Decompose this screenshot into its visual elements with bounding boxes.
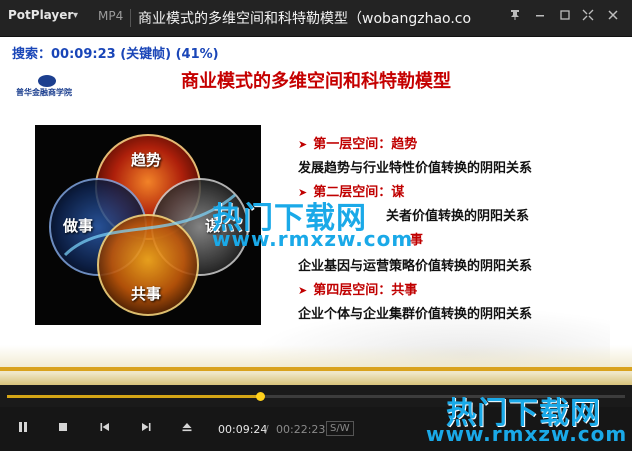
time-separator: / [265,423,269,436]
app-menu-button[interactable]: PotPlayer [8,8,73,22]
fullscreen-icon[interactable] [578,8,598,28]
bullet-head-4: ➤ 第四层空间：共事 [298,279,417,298]
arrow-bullet-icon: ➤ [298,138,308,151]
seek-progress [7,395,261,398]
next-icon[interactable] [135,418,157,440]
pause-icon[interactable] [12,418,34,440]
slide-bottom-band [0,345,632,385]
venn-label-top: 趋势 [131,151,162,169]
watermark-url: www.rmxzw.com [426,422,628,446]
pin-icon[interactable] [505,8,525,28]
total-time: 00:22:23 [276,423,326,436]
venn-label-bottom: 共事 [131,285,162,303]
speed-badge[interactable]: S/W [326,421,354,436]
maximize-icon[interactable] [555,8,575,28]
search-overlay-text: 搜索：00:09:23 (关键帧) (41%) [12,47,219,62]
seek-handle[interactable] [256,392,266,401]
eject-icon[interactable] [176,418,198,440]
arrow-bullet-icon: ➤ [298,284,308,297]
window-title: 商业模式的多维空间和科特勒模型（wobangzhao.co [138,11,472,27]
current-time: 00:09:24 [218,423,268,436]
bullet-desc-3: 企业基因与运营策略价值转换的阴阳关系 [298,259,533,274]
bullet-desc-2: 关者价值转换的阴阳关系 [386,209,530,224]
bullet-head-text: 第一层空间：趋势 [313,137,418,152]
format-label: MP4 [98,9,124,23]
stop-icon[interactable] [52,418,74,440]
venn-label-left: 做事 [63,217,94,235]
bullet-desc-4: 企业个体与企业集群价值转换的阴阳关系 [298,307,533,322]
previous-icon[interactable] [94,418,116,440]
bullet-head-text: 第四层空间：共事 [313,283,418,298]
close-icon[interactable] [603,8,623,28]
title-bar: PotPlayer ▾ MP4 商业模式的多维空间和科特勒模型（wobangzh… [0,0,632,37]
chevron-down-icon[interactable]: ▾ [73,10,78,21]
bullet-head-1: ➤ 第一层空间：趋势 [298,133,417,152]
slide-title: 商业模式的多维空间和科特勒模型 [181,71,451,92]
slide-gold-stripe [0,367,632,371]
potplayer-window: PotPlayer ▾ MP4 商业模式的多维空间和科特勒模型（wobangzh… [0,0,632,451]
watermark-url: www.rmxzw.com [212,227,414,251]
video-frame[interactable]: 搜索：00:09:23 (关键帧) (41%) 普华金融商学院 商业模式的多维空… [0,37,632,385]
bullet-desc-1: 发展趋势与行业特性价值转换的阴阳关系 [298,161,533,176]
title-divider [130,9,131,27]
minimize-icon[interactable] [530,8,550,28]
